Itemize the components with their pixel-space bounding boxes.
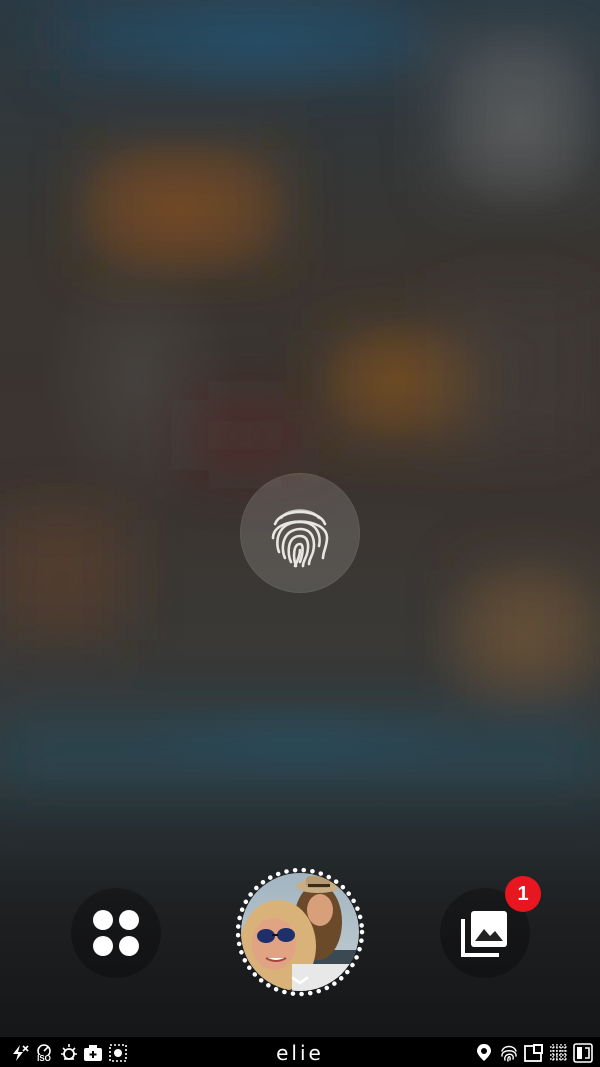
fingerprint-small-icon[interactable] bbox=[499, 1043, 519, 1063]
grid-icon[interactable] bbox=[549, 1043, 569, 1063]
iso-label: ISO bbox=[37, 1054, 51, 1063]
flash-off-icon[interactable] bbox=[10, 1043, 30, 1063]
hdr-icon[interactable] bbox=[108, 1043, 128, 1063]
camera-plus-icon[interactable] bbox=[83, 1043, 103, 1063]
apps-grid-icon bbox=[93, 910, 139, 956]
gallery-badge: 1 bbox=[505, 876, 541, 912]
shutter-button[interactable] bbox=[235, 864, 368, 1000]
gallery-stack-icon bbox=[461, 911, 507, 957]
selfie-thumbnail bbox=[235, 867, 365, 997]
aspect-ratio-icon[interactable] bbox=[524, 1043, 544, 1063]
brand-logo-text: elie bbox=[276, 1041, 324, 1065]
exposure-icon[interactable] bbox=[59, 1043, 79, 1063]
fingerprint-button[interactable] bbox=[240, 473, 360, 593]
timer-icon[interactable] bbox=[573, 1043, 593, 1063]
location-pin-icon[interactable] bbox=[475, 1043, 493, 1063]
iso-icon[interactable]: ISO bbox=[35, 1043, 53, 1065]
apps-menu-button[interactable] bbox=[71, 888, 161, 978]
fingerprint-icon bbox=[271, 509, 329, 568]
